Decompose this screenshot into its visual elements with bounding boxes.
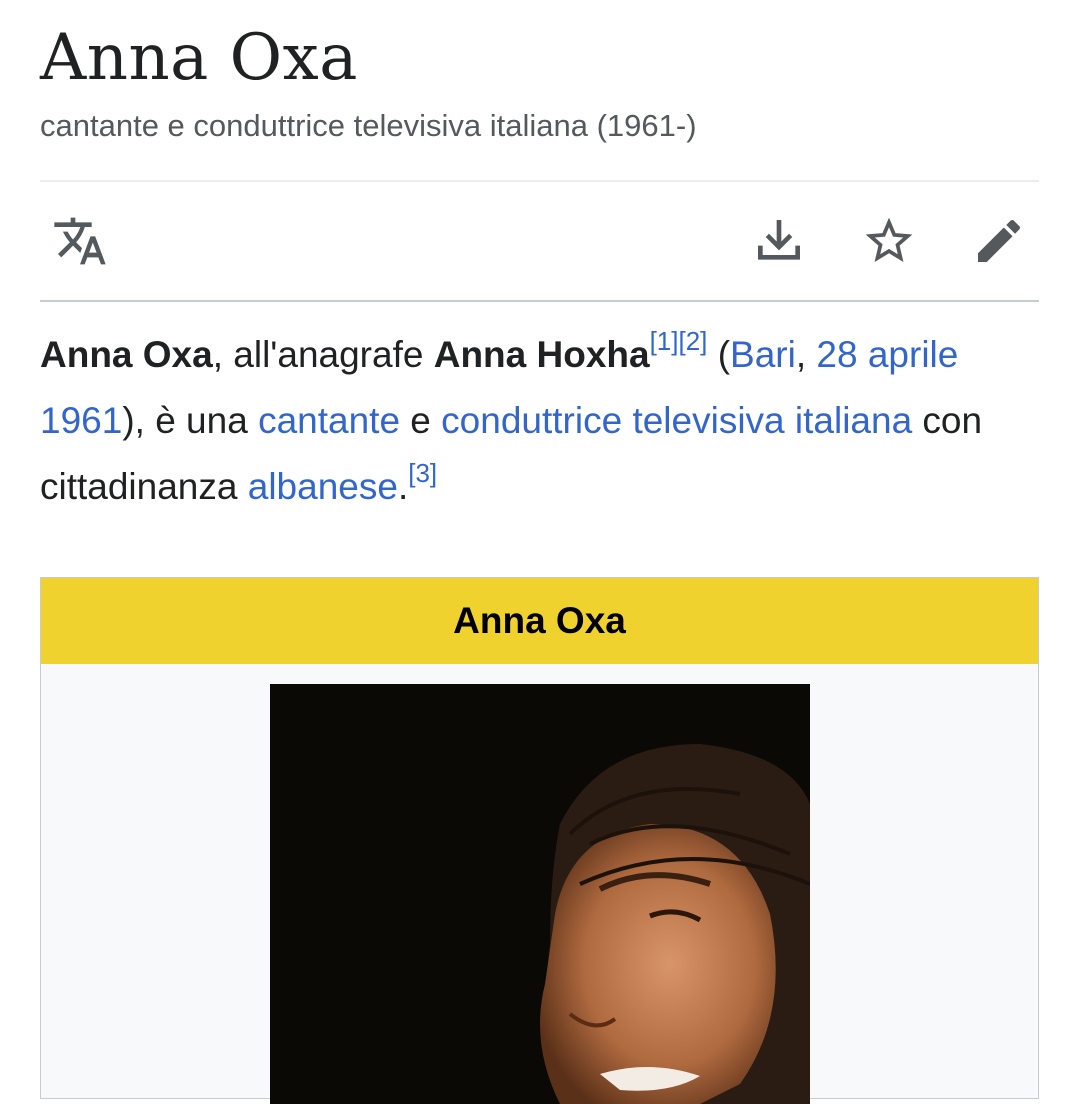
infobox-title: Anna Oxa — [41, 578, 1038, 664]
divider — [40, 300, 1039, 302]
link-bari[interactable]: Bari — [730, 334, 796, 375]
download-icon[interactable] — [749, 211, 809, 271]
reference-link[interactable]: [1] — [650, 326, 679, 356]
page-subtitle: cantante e conduttrice televisiva italia… — [40, 108, 697, 143]
translate-icon[interactable] — [50, 211, 110, 271]
page-title: Anna Oxa — [40, 21, 358, 95]
lead-paragraph: Anna Oxa, all'anagrafe Anna Hoxha[1][2] … — [40, 325, 983, 507]
link-albanese[interactable]: albanese — [248, 466, 398, 507]
link-cantante[interactable]: cantante — [258, 400, 400, 441]
infobox: Anna Oxa — [40, 577, 1039, 1104]
page-actions-toolbar — [40, 182, 1039, 300]
edit-icon[interactable] — [969, 211, 1029, 271]
reference-link[interactable]: [2] — [679, 326, 708, 356]
link-conduttrice[interactable]: conduttrice televisiva italiana — [441, 400, 912, 441]
birth-name: Anna Hoxha — [433, 334, 650, 375]
link-date[interactable]: 28 aprile — [816, 334, 958, 375]
infobox-photo[interactable] — [270, 684, 810, 1104]
star-icon[interactable] — [859, 211, 919, 271]
link-year[interactable]: 1961 — [40, 400, 122, 441]
reference-link[interactable]: [3] — [408, 458, 437, 488]
subject-name: Anna Oxa — [40, 334, 213, 375]
